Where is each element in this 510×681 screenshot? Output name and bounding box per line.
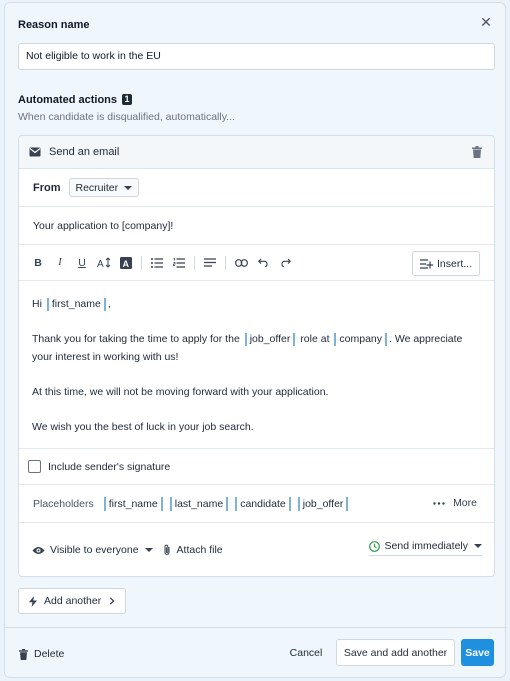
attach-file-button[interactable]: Attach file [163,544,223,556]
subject-input[interactable]: Your application to [company]! [19,207,494,245]
footer-bar: Delete Cancel Save and add another Save [5,627,505,678]
automated-actions-label: Automated actions [18,94,118,106]
action-type-label: Send an email [49,146,120,158]
more-label: More [453,497,477,509]
toolbar-divider [194,255,195,270]
from-select-value: Recruiter [75,181,119,194]
action-card-header: Send an email [19,136,494,169]
automated-actions-subtitle: When candidate is disqualified, automati… [18,111,235,123]
chevron-right-icon [109,597,115,605]
save-button[interactable]: Save [461,639,494,666]
visibility-label: Visible to everyone [50,544,139,556]
send-timing-select[interactable]: Send immediately [368,540,482,556]
more-dots-icon [433,501,445,505]
placeholders-row: Placeholders first_name last_name candid… [19,485,494,523]
clock-icon [368,540,380,552]
redo-icon[interactable] [274,253,296,273]
bullet-list-icon[interactable] [146,253,168,273]
action-options-row: Visible to everyone Attach file Send imm… [19,523,494,576]
placeholder-token: first_name [46,298,106,311]
signature-row: Include sender's signature [19,449,494,485]
underline-icon[interactable]: U [71,253,93,273]
chevron-down-icon [144,548,153,552]
visibility-select[interactable]: Visible to everyone [32,544,153,556]
actions-count-badge: 1 [122,94,133,105]
trash-icon[interactable] [472,146,482,158]
send-email-action-card: Send an email From Recruiter Your applic… [18,135,495,577]
body-greeting: Hi first_name, [32,298,111,311]
placeholder-chip[interactable]: candidate [235,496,291,511]
chevron-down-icon [474,544,482,548]
insert-icon [419,258,433,269]
delete-label: Delete [34,648,65,660]
bold-icon[interactable]: B [27,253,49,273]
placeholder-chip[interactable]: last_name [169,496,229,511]
save-and-add-another-button[interactable]: Save and add another [336,639,455,666]
close-icon[interactable]: ✕ [479,15,493,29]
from-label: From [33,181,61,194]
signature-checkbox[interactable] [28,460,41,473]
svg-text:A: A [123,259,130,269]
trash-icon [19,648,28,660]
font-size-icon[interactable]: A [93,253,115,273]
email-body-editor[interactable]: Hi first_name, Thank you for taking the … [19,281,494,449]
delete-button[interactable]: Delete [19,648,64,660]
insert-label: Insert... [436,257,472,270]
placeholder-chip[interactable]: job_offer [297,496,349,511]
placeholder-chip[interactable]: first_name [103,496,163,511]
disqualify-reason-panel: ✕ Reason name Not eligible to work in th… [4,2,506,678]
svg-text:A: A [97,259,104,268]
automated-actions-heading: Automated actions 1 [18,94,133,106]
undo-icon[interactable] [252,253,274,273]
text-color-icon[interactable]: A [115,253,137,273]
placeholders-label: Placeholders [33,497,94,510]
insert-button[interactable]: Insert... [411,251,480,276]
reason-name-input[interactable]: Not eligible to work in the EU [18,43,495,70]
send-timing-label: Send immediately [384,540,468,552]
italic-icon[interactable]: I [49,253,71,273]
envelope-icon [29,147,41,157]
signature-label: Include sender's signature [48,460,171,473]
lightning-icon [29,595,37,607]
toolbar-divider [225,255,226,270]
link-icon[interactable] [230,253,252,273]
placeholder-token: job_offer [244,333,296,346]
attach-file-label: Attach file [176,544,223,556]
add-another-action-button[interactable]: Add another [18,588,127,614]
reason-name-label: Reason name [18,19,90,31]
from-select[interactable]: Recruiter [68,178,140,197]
body-paragraph: Thank you for taking the time to apply f… [32,333,463,363]
numbered-list-icon[interactable] [168,253,190,273]
from-row: From Recruiter [19,169,494,207]
more-placeholders-button[interactable]: More [433,497,477,509]
placeholder-token: company [334,333,388,346]
paperclip-icon [164,544,170,555]
toolbar-divider [141,255,142,270]
cancel-button[interactable]: Cancel [282,639,330,666]
editor-toolbar: B I U A A Insert... [19,245,494,281]
eye-icon [32,546,45,554]
body-paragraph: At this time, we will not be moving forw… [32,386,329,398]
align-left-icon[interactable] [199,253,221,273]
body-paragraph: We wish you the best of luck in your job… [32,421,254,433]
chevron-down-icon [124,185,133,190]
add-another-label: Add another [44,595,102,607]
